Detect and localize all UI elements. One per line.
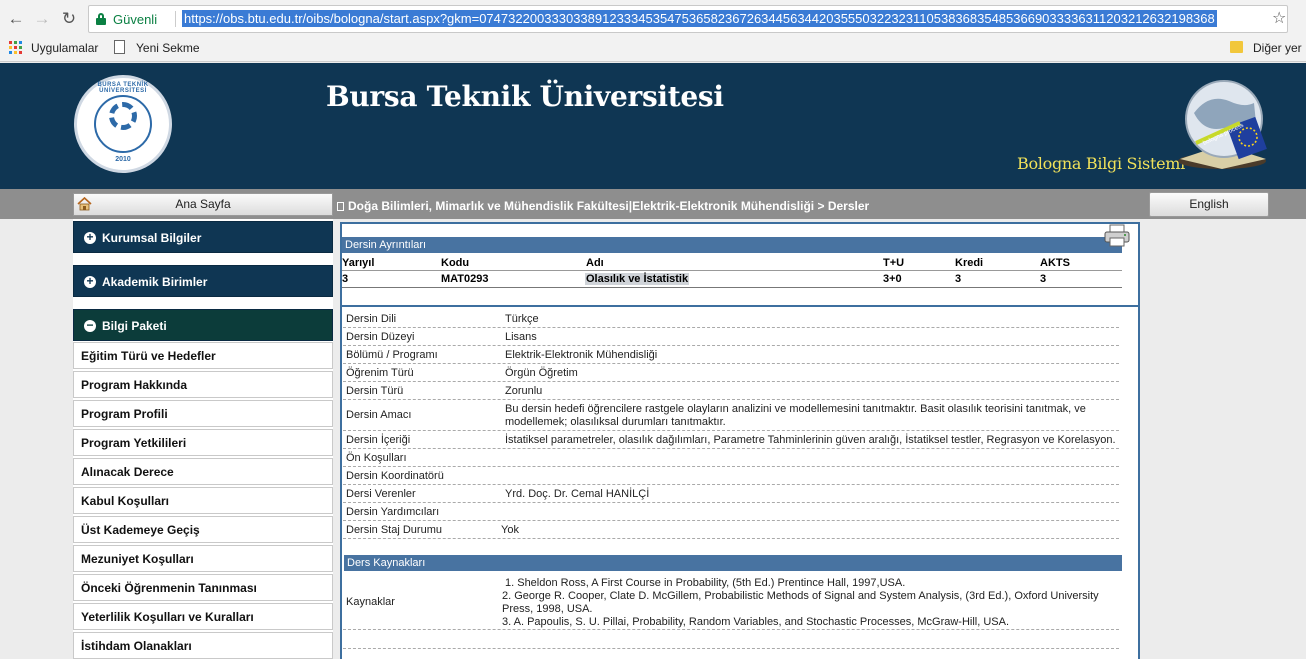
section-bilgi-paketi[interactable]: − Bilgi Paketi: [73, 309, 333, 341]
header-credit: Kredi: [955, 257, 984, 269]
resource-2: 2. George R. Cooper, Clate D. McGillem, …: [502, 590, 1099, 615]
header-tu: T+U: [883, 257, 905, 269]
value-language: Türkçe: [505, 313, 539, 325]
sidebar-item-onceki-ogrenme[interactable]: Önceki Öğrenmenin Tanınması: [73, 574, 333, 601]
value-semester: 3: [342, 273, 349, 285]
url-text[interactable]: https://obs.btu.edu.tr/oibs/bologna/star…: [182, 10, 1217, 27]
value-objective: Bu dersin hedefi öğrencilere rastgele ol…: [505, 403, 1086, 428]
sidebar-item-kabul-kosullari[interactable]: Kabul Koşulları: [73, 487, 333, 514]
section-kurumsal[interactable]: + Kurumsal Bilgiler: [73, 221, 333, 253]
value-ects: 3: [1040, 273, 1047, 285]
label-content: Dersin İçeriği: [346, 434, 411, 446]
resource-3: 3. A. Papoulis, S. U. Pillai, Probabilit…: [502, 616, 1010, 628]
plus-icon: +: [84, 275, 96, 288]
label-level: Dersin Düzeyi: [346, 331, 415, 343]
header-semester: Yarıyıl: [342, 257, 375, 269]
label-resources: Kaynaklar: [346, 596, 395, 608]
value-code: MAT0293: [441, 273, 489, 285]
bookmark-star-icon[interactable]: ☆: [1272, 8, 1286, 28]
university-logo[interactable]: BURSA TEKNİK ÜNİVERSİTESİ 2010: [74, 75, 172, 173]
sidebar-item-ust-kademe[interactable]: Üst Kademeye Geçiş: [73, 516, 333, 543]
back-icon[interactable]: ←: [6, 9, 26, 29]
sidebar-item-alinacak-derece[interactable]: Alınacak Derece: [73, 458, 333, 485]
course-details-title: Dersin Ayrıntıları: [342, 237, 1122, 253]
reload-icon[interactable]: ↻: [59, 9, 79, 29]
bookmarks-bar: Uygulamalar Yeni Sekme Diğer yer: [0, 37, 1306, 61]
bologna-globe-icon: bologna process: [1178, 80, 1267, 169]
label-prerequisites: Ön Koşulları: [346, 452, 407, 464]
value-course-type: Zorunlu: [505, 385, 543, 397]
sidebar-item-yeterlilik[interactable]: Yeterlilik Koşulları ve Kuralları: [73, 603, 333, 630]
system-title: Bologna Bilgi Sistemi: [1017, 154, 1185, 173]
section-label: Akademik Birimler: [102, 275, 208, 289]
breadcrumb: Doğa Bilimleri, Mimarlık ve Mühendislik …: [337, 199, 869, 213]
label-course-type: Dersin Türü: [346, 385, 404, 397]
logo-ring-text: BURSA TEKNİK ÜNİVERSİTESİ: [97, 82, 149, 94]
header-code: Kodu: [441, 257, 470, 269]
value-level: Lisans: [505, 331, 537, 343]
label-department: Bölümü / Programı: [346, 349, 438, 361]
panel-divider: [342, 305, 1138, 307]
breadcrumb-text[interactable]: Doğa Bilimleri, Mimarlık ve Mühendislik …: [348, 199, 869, 213]
value-education-type: Örgün Öğretim: [505, 367, 578, 379]
bookmark-other[interactable]: Diğer yer: [1253, 41, 1302, 55]
section-label: Kurumsal Bilgiler: [102, 231, 202, 245]
value-name: Olasılık ve İstatistik: [585, 273, 690, 285]
resources-title: Ders Kaynakları: [344, 555, 1122, 571]
sidebar-item-program-yetkilileri[interactable]: Program Yetkilileri: [73, 429, 333, 456]
value-internship: Yok: [501, 524, 519, 536]
breadcrumb-box-icon: [337, 202, 344, 211]
bookmark-new-tab[interactable]: Yeni Sekme: [136, 41, 200, 55]
value-department: Elektrik-Elektronik Mühendisliği: [505, 349, 658, 361]
sidebar-item-program-profili[interactable]: Program Profili: [73, 400, 333, 427]
security-label: Güvenli: [113, 12, 158, 27]
label-instructors: Dersi Verenler: [346, 488, 416, 500]
folder-icon: [1230, 41, 1243, 53]
sidebar-item-egitim-turu[interactable]: Eğitim Türü ve Hedefler: [73, 342, 333, 369]
label-language: Dersin Dili: [346, 313, 397, 325]
home-icon: [77, 197, 92, 211]
plus-icon: +: [84, 231, 96, 244]
value-content: İstatiksel parametreler, olasılık dağılı…: [505, 434, 1116, 446]
value-tu: 3+0: [883, 273, 902, 285]
values-rule: [342, 287, 1122, 288]
lock-icon: [96, 13, 106, 25]
section-label: Bilgi Paketi: [102, 319, 167, 333]
university-title: Bursa Teknik Üniversitesi: [326, 80, 724, 113]
bookmark-apps[interactable]: Uygulamalar: [31, 41, 98, 55]
minus-icon: −: [84, 319, 96, 332]
address-bar[interactable]: Güvenli https://obs.btu.edu.tr/oibs/bolo…: [88, 5, 1288, 33]
value-instructors: Yrd. Doç. Dr. Cemal HANİLÇİ: [505, 488, 650, 500]
header-ects: AKTS: [1040, 257, 1070, 269]
label-objective: Dersin Amacı: [346, 409, 412, 421]
logo-year: 2010: [115, 156, 131, 163]
forward-icon[interactable]: →: [32, 9, 52, 29]
sidebar-item-istihdam[interactable]: İstihdam Olanakları: [73, 632, 333, 659]
label-assistants: Dersin Yardımcıları: [346, 506, 440, 518]
home-button[interactable]: Ana Sayfa: [73, 193, 333, 216]
printer-icon[interactable]: [1103, 224, 1131, 248]
value-credit: 3: [955, 273, 962, 285]
resource-1: 1. Sheldon Ross, A First Course in Proba…: [505, 577, 906, 589]
home-label: Ana Sayfa: [175, 197, 231, 211]
label-education-type: Öğrenim Türü: [346, 367, 414, 379]
label-internship: Dersin Staj Durumu: [346, 524, 442, 536]
sidebar-item-program-hakkinda[interactable]: Program Hakkında: [73, 371, 333, 398]
page-icon: [114, 40, 125, 54]
header-rule: [342, 270, 1122, 271]
sidebar-item-mezuniyet[interactable]: Mezuniyet Koşulları: [73, 545, 333, 572]
label-coordinator: Dersin Koordinatörü: [346, 470, 444, 482]
english-button[interactable]: English: [1149, 192, 1269, 217]
section-akademik[interactable]: + Akademik Birimler: [73, 265, 333, 297]
header-name: Adı: [586, 257, 604, 269]
